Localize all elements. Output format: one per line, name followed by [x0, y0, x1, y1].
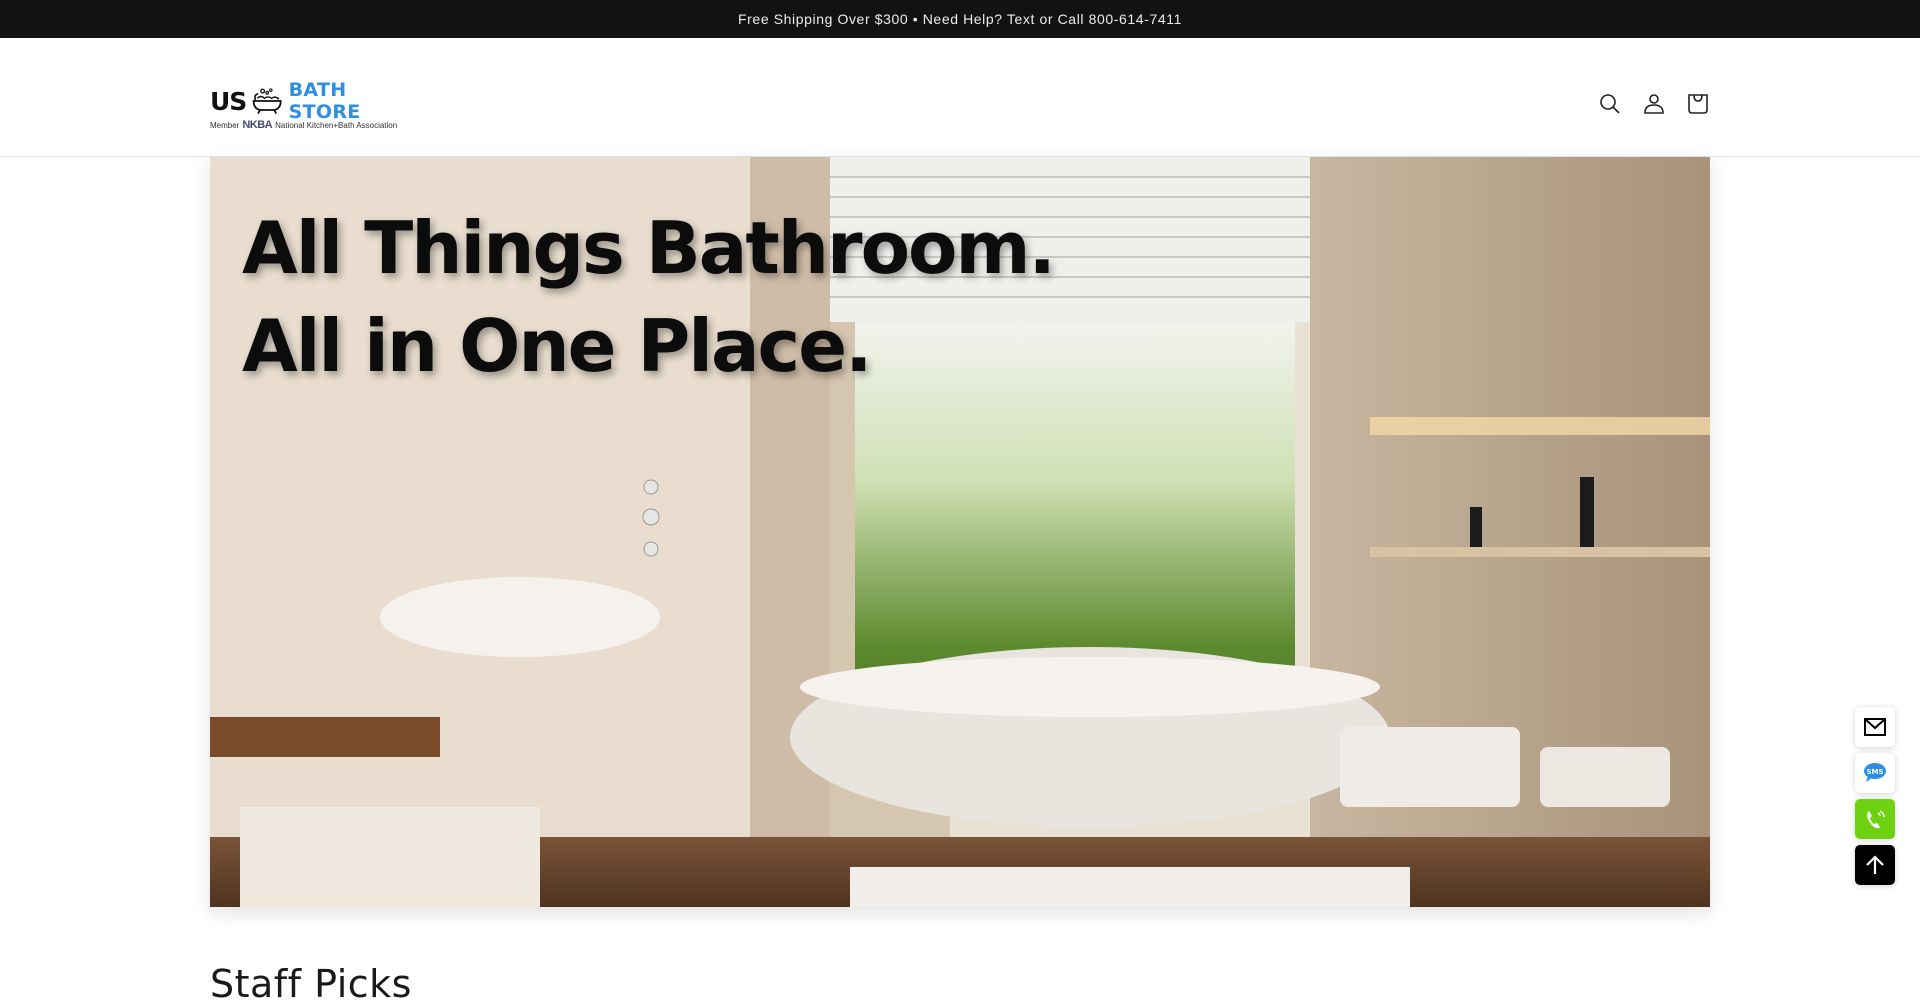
- logo-us-text: US: [210, 86, 247, 116]
- site-header: US BATH STORE Member NKBA National Kitch…: [0, 38, 1920, 180]
- call-button[interactable]: [1855, 799, 1895, 839]
- search-icon: [1600, 94, 1620, 114]
- email-icon: [1864, 718, 1886, 736]
- hero-line-1: All Things Bathroom.: [242, 206, 1056, 290]
- sms-icon: SMS: [1864, 763, 1886, 782]
- account-icon: [1644, 94, 1664, 114]
- account-button[interactable]: [1642, 92, 1666, 116]
- search-button[interactable]: [1598, 92, 1622, 116]
- sms-button[interactable]: SMS: [1855, 753, 1895, 793]
- bathtub-logo-icon: [253, 88, 282, 115]
- hero-heading: All Things Bathroom. All in One Place.: [242, 199, 1056, 395]
- svg-text:SMS: SMS: [1866, 768, 1883, 776]
- cart-icon: [1688, 94, 1708, 114]
- announcement-bar: Free Shipping Over $300 • Need Help? Tex…: [0, 0, 1920, 38]
- association-label: National Kitchen+Bath Association: [275, 120, 398, 130]
- logo[interactable]: US BATH STORE Member NKBA National Kitch…: [210, 79, 412, 134]
- back-to-top-button[interactable]: [1855, 845, 1895, 885]
- nkba-logo: NKBA: [242, 119, 273, 131]
- email-button[interactable]: [1855, 707, 1895, 747]
- hero-line-2: All in One Place.: [242, 304, 872, 388]
- member-label: Member: [210, 120, 240, 130]
- announcement-text: Free Shipping Over $300 • Need Help? Tex…: [738, 11, 1182, 27]
- cart-button[interactable]: [1686, 92, 1710, 116]
- floating-contact-buttons: SMS: [1855, 707, 1895, 885]
- logo-bath-store-text: BATH STORE: [288, 79, 361, 123]
- section-title-staff-picks: Staff Picks: [210, 962, 412, 1006]
- hero-banner[interactable]: All Things Bathroom. All in One Place.: [210, 157, 1710, 907]
- back-to-top-icon: [1866, 855, 1884, 874]
- phone-icon: [1867, 810, 1885, 829]
